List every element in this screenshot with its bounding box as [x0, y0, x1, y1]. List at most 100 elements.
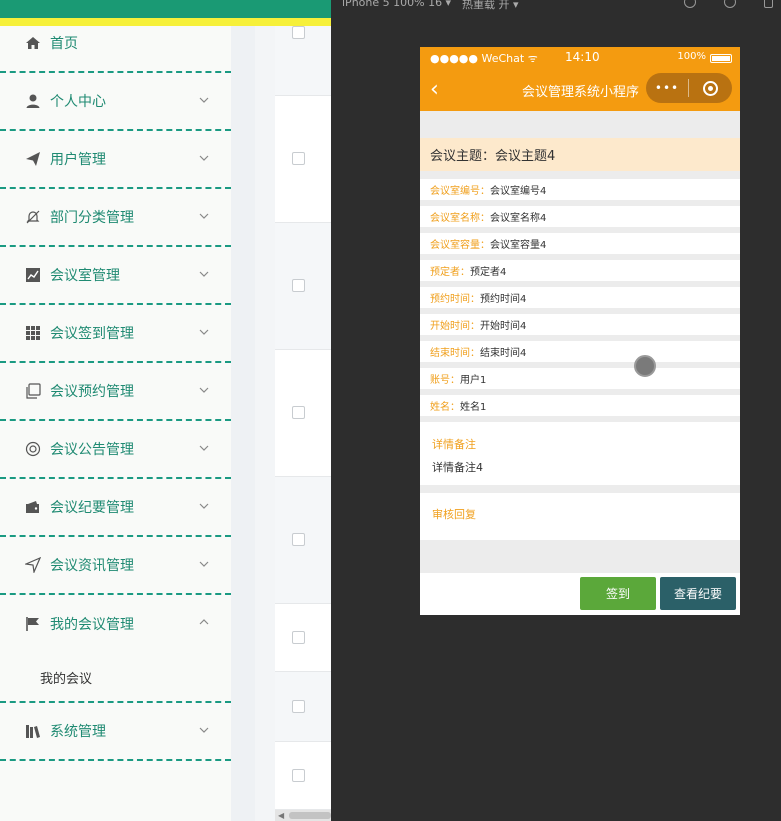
sidebar-item-label: 会议预约管理	[50, 384, 134, 400]
row-checkbox[interactable]	[292, 279, 305, 292]
sidebar-item-label: 部门分类管理	[50, 210, 134, 226]
device-selector[interactable]: iPhone 5 100% 16 ▾	[342, 0, 451, 9]
grid-icon	[24, 324, 42, 342]
review-reply: 审核回复	[420, 493, 740, 540]
rotate-icon[interactable]	[684, 0, 696, 8]
wallet-icon	[24, 498, 42, 516]
touch-cursor	[634, 355, 656, 377]
sidebar-item-label: 会议室管理	[50, 268, 120, 284]
chart-icon	[24, 266, 42, 284]
detail-notes-label: 详情备注	[432, 438, 476, 451]
field-booking-time: 预约时间： 预约时间4	[420, 287, 740, 308]
close-mini-program-icon[interactable]	[703, 80, 718, 96]
review-reply-label: 审核回复	[432, 508, 476, 521]
row-checkbox[interactable]	[292, 769, 305, 782]
sidebar-item-personal-center[interactable]: 个人中心	[0, 73, 231, 131]
navigation-icon	[24, 556, 42, 574]
row-checkbox[interactable]	[292, 533, 305, 546]
sidebar-subitem-label: 我的会议	[40, 671, 93, 687]
chevron-down-icon	[199, 271, 209, 277]
device-icon[interactable]	[764, 0, 773, 8]
sidebar-item-meeting-room[interactable]: 会议室管理	[0, 247, 231, 305]
row-checkbox[interactable]	[292, 700, 305, 713]
row-checkbox[interactable]	[292, 26, 305, 39]
sidebar-item-system[interactable]: 系统管理	[0, 703, 231, 761]
field-name: 姓名： 姓名1	[420, 395, 740, 416]
copy-icon	[24, 382, 42, 400]
capsule-menu: •••	[646, 73, 732, 103]
sidebar-item-label: 会议纪要管理	[50, 500, 134, 516]
table-row	[275, 604, 331, 672]
sidebar-item-department[interactable]: 部门分类管理	[0, 189, 231, 247]
sidebar-item-announcement[interactable]: 会议公告管理	[0, 421, 231, 479]
capsule-divider	[688, 79, 689, 97]
sign-in-button[interactable]: 签到	[580, 577, 656, 610]
phone-screen: ●●●●● WeChat ᯤ 14:10 100% ‹ 会议管理系统小程序 ••…	[420, 47, 740, 615]
flag-icon	[24, 615, 42, 633]
chevron-down-icon	[199, 97, 209, 103]
detail-notes-value: 详情备注4	[432, 461, 483, 474]
table-row	[275, 477, 331, 604]
sidebar-item-my-meetings[interactable]: 我的会议管理	[0, 595, 231, 653]
sidebar-gutter	[231, 26, 255, 821]
field-room-name: 会议室名称： 会议室名称4	[420, 206, 740, 227]
battery-percent: 100%	[677, 51, 706, 62]
scrollbar-thumb[interactable]	[289, 812, 331, 819]
sidebar-item-label: 我的会议管理	[50, 617, 134, 633]
field-room-number: 会议室编号： 会议室编号4	[420, 179, 740, 200]
detail-notes: 详情备注 详情备注4	[420, 422, 740, 485]
simulator-toolbar: iPhone 5 100% 16 ▾ 热重载 开 ▾	[331, 0, 781, 12]
clock: 14:10	[565, 50, 600, 64]
books-icon	[24, 722, 42, 740]
back-icon[interactable]: ‹	[430, 77, 439, 102]
sidebar-item-label: 会议公告管理	[50, 442, 134, 458]
lifebuoy-icon	[24, 440, 42, 458]
bell-off-icon	[24, 208, 42, 226]
field-room-capacity: 会议室容量： 会议室容量4	[420, 233, 740, 254]
sidebar-item-label: 系统管理	[50, 724, 106, 740]
sidebar-item-home[interactable]: 首页	[0, 15, 231, 73]
field-end-time: 结束时间： 结束时间4	[420, 341, 740, 362]
view-minutes-button[interactable]: 查看纪要	[660, 577, 736, 610]
table-row	[275, 672, 331, 742]
chevron-down-icon	[199, 727, 209, 733]
table-row	[275, 742, 331, 810]
battery-icon	[710, 54, 732, 63]
table-row	[275, 350, 331, 477]
meeting-topic: 会议主题：会议主题4	[420, 138, 740, 171]
chevron-down-icon	[199, 329, 209, 335]
home-icon	[24, 34, 42, 52]
action-bar: 签到 查看纪要	[420, 573, 740, 615]
chevron-down-icon	[199, 445, 209, 451]
hot-reload-selector[interactable]: 热重载 开 ▾	[462, 0, 519, 12]
carrier-label: ●●●●● WeChat ᯤ	[430, 52, 538, 65]
send-icon	[24, 150, 42, 168]
table-row	[275, 96, 331, 223]
record-icon[interactable]	[724, 0, 736, 8]
more-icon[interactable]: •••	[646, 81, 688, 95]
sidebar-item-label: 个人中心	[50, 94, 106, 110]
sidebar-item-label: 会议签到管理	[50, 326, 134, 342]
field-booker: 预定者： 预定者4	[420, 260, 740, 281]
sidebar-item-reservation[interactable]: 会议预约管理	[0, 363, 231, 421]
scroll-left-icon[interactable]: ◀	[278, 811, 284, 820]
table-row	[275, 26, 331, 96]
chevron-down-icon	[199, 213, 209, 219]
sidebar-item-user-management[interactable]: 用户管理	[0, 131, 231, 189]
chevron-down-icon	[199, 503, 209, 509]
row-checkbox[interactable]	[292, 631, 305, 644]
sidebar-subitem-my-meeting[interactable]: 我的会议	[0, 653, 231, 703]
sidebar-item-sign-in[interactable]: 会议签到管理	[0, 305, 231, 363]
chevron-up-icon	[199, 619, 209, 625]
sidebar-item-minutes[interactable]: 会议纪要管理	[0, 479, 231, 537]
horizontal-scrollbar[interactable]: ◀	[275, 810, 331, 821]
chevron-down-icon	[199, 387, 209, 393]
sidebar-item-news[interactable]: 会议资讯管理	[0, 537, 231, 595]
row-checkbox[interactable]	[292, 152, 305, 165]
chevron-down-icon	[199, 561, 209, 567]
row-checkbox[interactable]	[292, 406, 305, 419]
sidebar-item-label: 首页	[50, 36, 78, 52]
mini-program-navbar: ‹ 会议管理系统小程序 •••	[420, 69, 740, 111]
page-title: 会议管理系统小程序	[522, 85, 640, 100]
field-start-time: 开始时间： 开始时间4	[420, 314, 740, 335]
